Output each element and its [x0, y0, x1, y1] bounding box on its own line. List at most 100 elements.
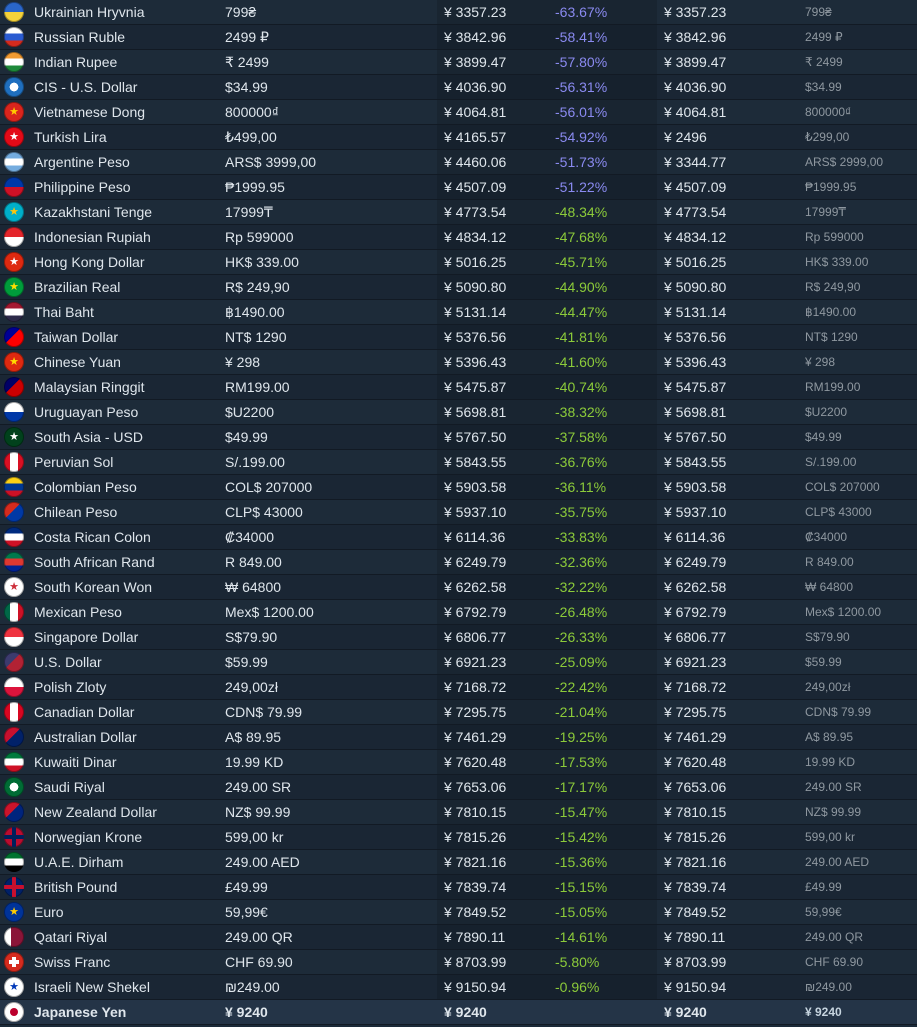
- nz-flag-icon: [4, 800, 24, 824]
- converted-price: ¥ 5903.58: [437, 475, 657, 499]
- currency-name: Saudi Riyal: [34, 779, 105, 795]
- price-difference: -32.36%: [555, 554, 608, 570]
- ru-flag-icon: [4, 25, 24, 49]
- converted-sale-price: ¥ 2496: [664, 129, 707, 145]
- price-difference: -37.58%: [555, 429, 608, 445]
- local-price: 249.00 SR: [225, 779, 292, 795]
- ru-flag-icon: [4, 27, 24, 47]
- ae-flag-icon: [4, 850, 24, 874]
- converted-sale-price: ¥ 5698.81: [664, 404, 727, 420]
- ph-flag-icon: [4, 175, 24, 199]
- original-price: NZ$ 99.99: [805, 805, 862, 819]
- currency-name: Singapore Dollar: [34, 629, 139, 645]
- converted-price: ¥ 7653.06: [437, 775, 657, 799]
- original-price: 799₴: [805, 5, 832, 19]
- original-price: S$79.90: [805, 630, 850, 644]
- converted-sale-price: ¥ 5475.87: [664, 379, 727, 395]
- converted-price: ¥ 9240: [444, 1004, 487, 1020]
- pe-flag-icon: [4, 450, 24, 474]
- local-price: A$ 89.95: [225, 729, 282, 745]
- us-flag-icon: [4, 650, 24, 674]
- cr-flag-icon: [4, 525, 24, 549]
- currency-name: South Korean Won: [34, 579, 153, 595]
- local-price: CHF 69.90: [225, 954, 293, 970]
- sa-flag-icon: [4, 775, 24, 799]
- price-difference: -15.15%: [555, 879, 608, 895]
- price-difference: -58.41%: [555, 29, 608, 45]
- converted-price: ¥ 4165.57: [437, 125, 657, 149]
- table-row: Qatari Riyal 249.00 QR ¥ 7890.11 -14.61% ¥ 7…: [0, 925, 917, 950]
- local-price: $49.99: [225, 429, 268, 445]
- price-difference: -15.36%: [555, 854, 608, 870]
- price-difference: -19.25%: [555, 729, 608, 745]
- table-row: ★ Vietnamese Dong 800000₫ ¥ 4064.81 -56.01% ¥…: [0, 100, 917, 125]
- price-difference: -22.42%: [555, 679, 608, 695]
- original-price: CHF 69.90: [805, 955, 864, 969]
- local-price: ₡34000: [225, 529, 275, 545]
- price-difference: -15.42%: [555, 829, 608, 845]
- currency-name: Indonesian Rupiah: [34, 229, 151, 245]
- original-price: CLP$ 43000: [805, 505, 872, 519]
- original-price: R$ 249,90: [805, 280, 861, 294]
- table-row: Russian Ruble 2499 ₽ ¥ 3842.96 -58.41% ¥ 384…: [0, 25, 917, 50]
- pl-flag-icon: [4, 675, 24, 699]
- original-price: NT$ 1290: [805, 330, 858, 344]
- price-difference: -51.22%: [555, 179, 608, 195]
- currency-name: Norwegian Krone: [34, 829, 143, 845]
- converted-price: ¥ 5843.55: [437, 450, 657, 474]
- converted-price: ¥ 3357.23: [437, 0, 657, 24]
- tr-flag-icon: ★: [4, 127, 24, 147]
- converted-sale-price: ¥ 7168.72: [664, 679, 727, 695]
- local-price: ₺499,00: [225, 129, 277, 145]
- price-difference: -48.34%: [555, 204, 608, 220]
- converted-price: ¥ 7839.74: [437, 875, 657, 899]
- original-price: $59.99: [805, 655, 842, 669]
- currency-name: Philippine Peso: [34, 179, 131, 195]
- local-price: R$ 249,90: [225, 279, 290, 295]
- converted-price: ¥ 5016.25: [437, 250, 657, 274]
- ua-flag-icon: [4, 0, 24, 24]
- price-difference: -36.11%: [555, 479, 607, 495]
- original-price: 800000₫: [805, 105, 852, 119]
- local-price: ₪249.00: [225, 979, 280, 995]
- table-row: Canadian Dollar CDN$ 79.99 ¥ 7295.75 -21.04…: [0, 700, 917, 725]
- my-flag-icon: [4, 377, 24, 397]
- ae-flag-icon: [4, 852, 24, 872]
- converted-price: ¥ 7295.75: [437, 700, 657, 724]
- gb-flag-icon: [4, 875, 24, 899]
- table-row: ★ Israeli New Shekel ₪249.00 ¥ 9150.94 -0.96…: [0, 975, 917, 1000]
- original-price: HK$ 339.00: [805, 255, 869, 269]
- in-flag-icon: [4, 50, 24, 74]
- converted-sale-price: ¥ 3842.96: [664, 29, 727, 45]
- original-price: 59,99€: [805, 905, 842, 919]
- currency-name: Turkish Lira: [34, 129, 107, 145]
- converted-sale-price: ¥ 5396.43: [664, 354, 727, 370]
- ua-flag-icon: [4, 2, 24, 22]
- currency-name: British Pound: [34, 879, 118, 895]
- local-price: 249.00 AED: [225, 854, 300, 870]
- original-price: 249.00 SR: [805, 780, 862, 794]
- converted-price: ¥ 6921.23: [437, 650, 657, 674]
- table-row: Colombian Peso COL$ 207000 ¥ 5903.58 -36.11…: [0, 475, 917, 500]
- kw-flag-icon: [4, 752, 24, 772]
- th-flag-icon: [4, 302, 24, 322]
- currency-name: Malaysian Ringgit: [34, 379, 145, 395]
- za-flag-icon: [4, 550, 24, 574]
- original-price: Rp 599000: [805, 230, 864, 244]
- original-price: ₩ 64800: [805, 580, 854, 594]
- original-price: 2499 ₽: [805, 30, 843, 44]
- currency-name: Ukrainian Hryvnia: [34, 4, 145, 20]
- au-flag-icon: [4, 725, 24, 749]
- mx-flag-icon: [4, 600, 24, 624]
- original-price: ₺299,00: [805, 130, 850, 144]
- tr-flag-icon: ★: [4, 125, 24, 149]
- converted-price: ¥ 5475.87: [437, 375, 657, 399]
- local-price: 799₴: [225, 4, 257, 20]
- table-row: ★ Chinese Yuan ¥ 298 ¥ 5396.43 -41.60% ¥ 5396…: [0, 350, 917, 375]
- converted-sale-price: ¥ 7653.06: [664, 779, 727, 795]
- converted-price: ¥ 5767.50: [437, 425, 657, 449]
- converted-sale-price: ¥ 8703.99: [664, 954, 727, 970]
- sa_usd-flag-icon: ★: [4, 425, 24, 449]
- converted-sale-price: ¥ 6921.23: [664, 654, 727, 670]
- converted-sale-price: ¥ 6249.79: [664, 554, 727, 570]
